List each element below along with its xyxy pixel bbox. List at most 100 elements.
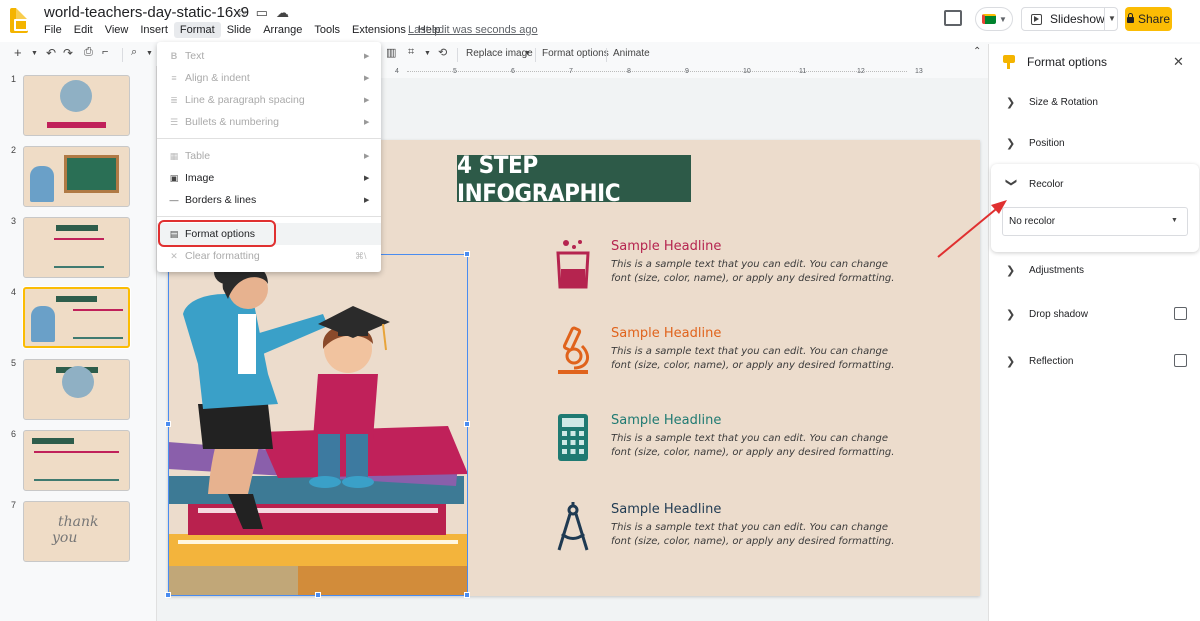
new-slide-icon[interactable]: + bbox=[14, 45, 22, 60]
paint-format-icon[interactable]: ⌐ bbox=[102, 46, 108, 58]
menu-item-borders[interactable]: — Borders & lines ▶ bbox=[157, 189, 381, 211]
toolbar-divider bbox=[457, 48, 458, 62]
ruler-mark: 7 bbox=[569, 68, 573, 75]
menu-arrange[interactable]: Arrange bbox=[257, 22, 308, 38]
thumb-decoration bbox=[55, 225, 98, 231]
step-body[interactable]: This is a sample text that you can edit.… bbox=[611, 432, 901, 460]
slide-thumbnail-7[interactable]: thank you bbox=[23, 501, 130, 562]
slide-thumbnail-3[interactable] bbox=[23, 217, 130, 278]
thumb-decoration bbox=[30, 166, 54, 202]
redo-icon[interactable]: ↷ bbox=[63, 46, 73, 60]
chevron-down-icon[interactable]: ▼ bbox=[31, 50, 38, 57]
menu-file[interactable]: File bbox=[38, 22, 68, 38]
ruler-mark: 5 bbox=[453, 68, 457, 75]
teacher-student-illustration[interactable] bbox=[168, 254, 468, 596]
menu-slide[interactable]: Slide bbox=[221, 22, 257, 38]
folder-icon[interactable]: ▭ bbox=[256, 5, 268, 21]
slide-thumbnail-4[interactable] bbox=[23, 287, 130, 348]
slideshow-button[interactable]: Slideshow ▼ bbox=[1021, 7, 1118, 31]
app-header: world-teachers-day-static-16x9 ☆ ▭ ☁ Fil… bbox=[0, 0, 1200, 42]
thumb-decoration bbox=[64, 155, 119, 193]
step-body[interactable]: This is a sample text that you can edit.… bbox=[611, 521, 901, 549]
slide-thumbnail-2[interactable] bbox=[23, 146, 130, 207]
close-icon[interactable]: ✕ bbox=[1173, 54, 1184, 70]
chevron-down-icon[interactable]: ▼ bbox=[146, 50, 153, 57]
title-icons: ☆ ▭ ☁ bbox=[236, 5, 289, 21]
cloud-icon[interactable]: ☁ bbox=[276, 5, 289, 21]
microscope-icon bbox=[558, 326, 590, 374]
section-position[interactable]: ❯ Position bbox=[989, 129, 1200, 159]
chevron-right-icon: ❯ bbox=[1006, 97, 1016, 109]
step-body[interactable]: This is a sample text that you can edit.… bbox=[611, 345, 901, 373]
step-headline[interactable]: Sample Headline bbox=[611, 239, 721, 254]
slide-thumbnail-5[interactable] bbox=[23, 359, 130, 420]
chevron-down-icon[interactable]: ▼ bbox=[524, 50, 531, 57]
menu-item-label: Borders & lines bbox=[185, 194, 257, 206]
panel-title: Format options bbox=[1027, 55, 1108, 69]
slide-title[interactable]: 4 STEP INFOGRAPHIC bbox=[457, 151, 691, 207]
reset-image-icon[interactable]: ⟲ bbox=[438, 46, 447, 59]
comments-icon[interactable] bbox=[944, 10, 962, 26]
section-recolor[interactable]: ❯ Recolor No recolor ▼ bbox=[991, 164, 1199, 252]
slide-number: 1 bbox=[11, 74, 17, 84]
line-spacing-icon: ≣ bbox=[170, 94, 178, 105]
menu-item-clear-formatting[interactable]: ✕ Clear formatting ⌘\ bbox=[157, 245, 381, 267]
menu-view[interactable]: View bbox=[99, 22, 135, 38]
crop-icon[interactable]: ⌗ bbox=[408, 46, 414, 59]
share-label: Share bbox=[1137, 12, 1171, 26]
slide-thumbnail-6[interactable] bbox=[23, 430, 130, 491]
section-drop-shadow[interactable]: ❯ Drop shadow bbox=[989, 300, 1200, 330]
undo-icon[interactable]: ↶ bbox=[46, 46, 56, 60]
align-icon: ≡ bbox=[171, 73, 177, 83]
zoom-icon[interactable]: ⌕ bbox=[131, 46, 137, 59]
slide-thumbnail-1[interactable] bbox=[23, 75, 130, 136]
menu-item-bullets[interactable]: ☰ Bullets & numbering ▶ bbox=[157, 111, 381, 133]
toolbar-divider bbox=[606, 48, 607, 62]
chevron-down-icon: ▼ bbox=[1171, 217, 1178, 224]
step-body[interactable]: This is a sample text that you can edit.… bbox=[611, 258, 901, 286]
ruler-mark: 13 bbox=[915, 68, 923, 75]
section-adjustments[interactable]: ❯ Adjustments bbox=[989, 256, 1200, 286]
section-reflection[interactable]: ❯ Reflection bbox=[989, 347, 1200, 377]
menu-item-line-spacing[interactable]: ≣ Line & paragraph spacing ▶ bbox=[157, 89, 381, 111]
section-label: Position bbox=[1029, 138, 1065, 149]
reflection-checkbox[interactable] bbox=[1174, 354, 1187, 367]
menu-item-image[interactable]: ▣ Image ▶ bbox=[157, 167, 381, 189]
menu-extensions[interactable]: Extensions bbox=[346, 22, 412, 38]
menu-insert[interactable]: Insert bbox=[134, 22, 174, 38]
menu-item-text[interactable]: B Text ▶ bbox=[157, 45, 381, 67]
menu-edit[interactable]: Edit bbox=[68, 22, 99, 38]
border-icon: — bbox=[169, 195, 179, 205]
chevron-down-icon[interactable]: ▼ bbox=[424, 50, 431, 57]
replace-image-button[interactable]: Replace image bbox=[466, 48, 533, 59]
step-headline[interactable]: Sample Headline bbox=[611, 502, 721, 517]
mask-image-icon[interactable]: ▥ bbox=[386, 46, 396, 59]
star-icon[interactable]: ☆ bbox=[236, 5, 248, 21]
menu-item-label: Format options bbox=[185, 228, 256, 240]
last-edit-link[interactable]: Last edit was seconds ago bbox=[408, 24, 538, 36]
ruler-mark: 6 bbox=[511, 68, 515, 75]
share-button[interactable]: Share bbox=[1125, 7, 1172, 31]
print-icon[interactable]: ⎙ bbox=[84, 46, 93, 59]
submenu-arrow-icon: ▶ bbox=[364, 53, 370, 60]
meet-button[interactable]: ▼ bbox=[975, 7, 1013, 31]
menu-tools[interactable]: Tools bbox=[308, 22, 346, 38]
step-headline[interactable]: Sample Headline bbox=[611, 413, 721, 428]
ruler-ticks bbox=[407, 71, 907, 75]
menu-item-label: Clear formatting bbox=[185, 250, 260, 262]
menu-item-format-options[interactable]: ▤ Format options bbox=[157, 223, 381, 245]
menu-item-align-indent[interactable]: ≡ Align & indent ▶ bbox=[157, 67, 381, 89]
format-options-button[interactable]: Format options bbox=[542, 48, 609, 59]
step-headline[interactable]: Sample Headline bbox=[611, 326, 721, 341]
collapse-toolbar-icon[interactable]: ⌃ bbox=[973, 46, 981, 57]
menu-format[interactable]: Format bbox=[173, 22, 221, 38]
toolbar-divider bbox=[122, 48, 123, 62]
chevron-down-icon[interactable]: ▼ bbox=[1108, 14, 1116, 23]
section-size-rotation[interactable]: ❯ Size & Rotation bbox=[989, 88, 1200, 118]
animate-button[interactable]: Animate bbox=[613, 48, 650, 59]
menu-item-table[interactable]: ▦ Table ▶ bbox=[157, 145, 381, 167]
drop-shadow-checkbox[interactable] bbox=[1174, 307, 1187, 320]
document-title[interactable]: world-teachers-day-static-16x9 bbox=[44, 4, 249, 21]
recolor-select[interactable]: No recolor ▼ bbox=[1002, 207, 1188, 236]
slides-logo-icon[interactable] bbox=[10, 8, 28, 33]
